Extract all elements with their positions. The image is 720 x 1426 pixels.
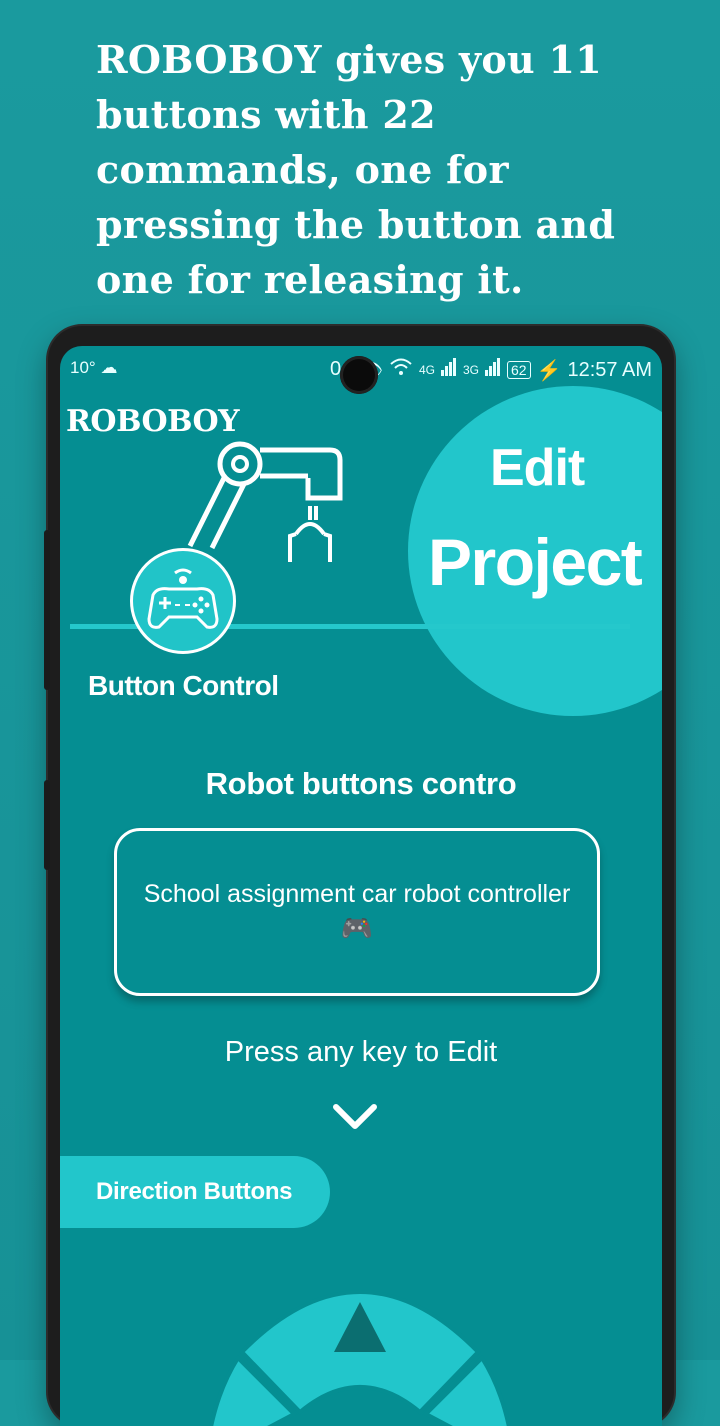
status-left: 10° ☁ — [70, 358, 117, 378]
direction-buttons-tab[interactable]: Direction Buttons — [60, 1156, 330, 1228]
project-label: Project — [428, 525, 643, 599]
gamepad-emoji: 🎮 — [340, 913, 374, 943]
charging-icon: ⚡ — [536, 359, 562, 382]
battery-indicator: 62 — [507, 361, 531, 379]
signal-icon — [485, 358, 501, 382]
phone-volume-button — [44, 530, 50, 690]
temperature-label: 10° — [70, 358, 96, 377]
app-screen: 10° ☁ 0 👁 4G 3G 62 ⚡ 12:57 AM Edit Proje… — [60, 346, 662, 1426]
project-title[interactable]: Robot buttons contro — [60, 766, 662, 802]
project-description-card[interactable]: School assignment car robot controller 🎮 — [114, 828, 600, 996]
project-description: School assignment car robot controller — [143, 880, 571, 908]
wifi-icon — [389, 357, 413, 383]
clock: 12:57 AM — [567, 358, 652, 381]
network-3g-label: 3G — [462, 363, 479, 377]
status-right: 👁 4G 3G 62 ⚡ 12:57 AM — [358, 357, 652, 383]
cloud-icon: ☁ — [100, 358, 118, 377]
button-control-label: Button Control — [88, 670, 279, 701]
network-4g-label: 4G — [418, 363, 435, 377]
signal-icon — [440, 358, 457, 382]
edit-label: Edit — [490, 439, 585, 497]
dpad-control — [209, 1290, 511, 1426]
phone-power-button — [44, 780, 50, 870]
gamepad-icon — [147, 568, 219, 629]
brand-logo: ROBOBOY — [66, 404, 240, 439]
promo-headline: ROBOBOY gives you 11 buttons with 22 com… — [96, 37, 616, 302]
gamepad-badge — [130, 548, 236, 654]
front-camera — [340, 356, 378, 394]
edit-hint: Press any key to Edit — [224, 1036, 498, 1068]
chevron-down-icon[interactable] — [332, 1102, 378, 1132]
direction-buttons-label: Direction Buttons — [96, 1178, 293, 1205]
